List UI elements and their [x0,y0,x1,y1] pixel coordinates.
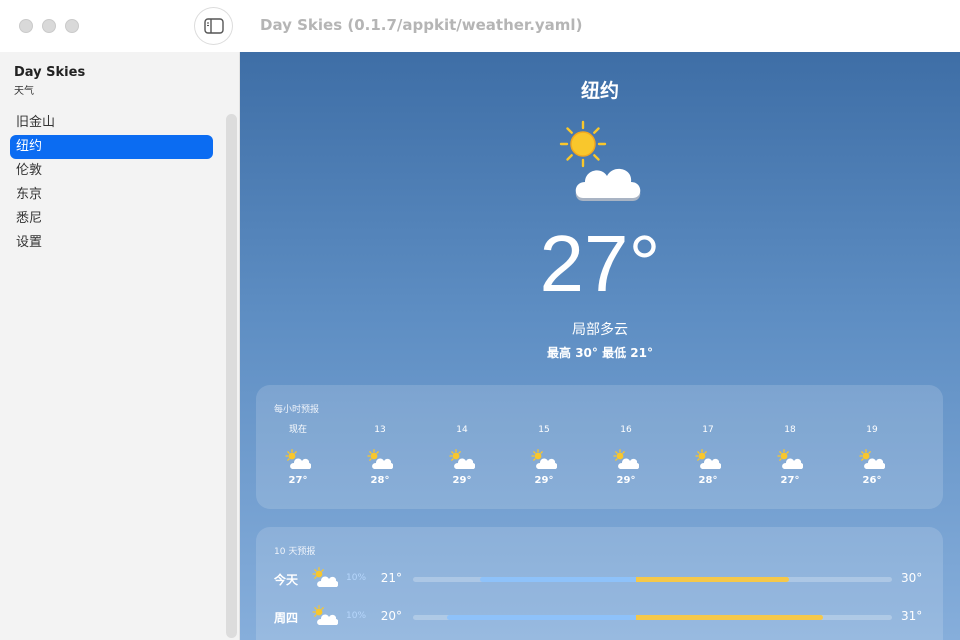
range-fill-cool [480,577,636,582]
hourly-temperature: 29° [534,475,554,486]
sidebar-item-new-york[interactable]: 纽约 [10,135,213,159]
hourly-time-label: 17 [702,425,714,435]
sidebar-nav: 旧金山 纽约 伦敦 东京 悉尼 设置 [10,111,213,255]
weather-detail: 纽约 27° 局部多云 最高 30° 最低 21° 每小时预报 现在 27° 13 2… [240,52,960,640]
range-fill-warm [635,615,823,620]
daily-low-temperature: 21° [380,571,402,585]
sidebar-item-settings[interactable]: 设置 [10,231,213,255]
ten-day-forecast-card: 10 天预报 今天 10% 21° 30° 周四 10% 20° 31° [256,527,943,640]
hourly-item: 18 27° [760,423,820,486]
partly-cloudy-icon [449,449,476,471]
hourly-item: 现在 27° [268,423,328,486]
hourly-time-label: 现在 [288,425,307,435]
partly-cloudy-icon [367,449,394,471]
partly-cloudy-icon [312,605,339,631]
city-name: 纽约 [580,80,619,102]
sidebar-item-london[interactable]: 伦敦 [10,159,213,183]
daily-forecast-row: 今天 10% 21° 30° [256,567,943,591]
current-temperature: 27° [539,219,661,308]
daily-day-label: 今天 [274,573,299,587]
high-low-temperature: 最高 30° 最低 21° [547,346,653,360]
hourly-temperature: 28° [698,475,718,486]
hourly-temperature: 29° [616,475,636,486]
hourly-time-label: 15 [538,425,550,435]
partly-cloudy-icon [859,449,886,471]
sidebar: Day Skies 天气 旧金山 纽约 伦敦 东京 悉尼 设置 [0,52,240,640]
hourly-time-label: 19 [866,425,878,435]
hourly-time-label: 16 [620,425,632,435]
app-name: Day Skies [14,65,86,80]
sidebar-toggle-icon [203,18,224,34]
partly-cloudy-icon [531,449,558,471]
daily-forecast-row: 周四 10% 20° 31° [256,605,943,629]
sidebar-item-sydney[interactable]: 悉尼 [10,207,213,231]
daily-high-temperature: 30° [901,571,923,585]
hourly-temperature: 27° [288,475,308,486]
close-window-button[interactable] [19,19,33,33]
hourly-time-label: 13 [374,425,386,435]
hourly-item: 14 29° [432,423,492,486]
hourly-item: 19 26° [842,423,902,486]
daily-high-temperature: 31° [901,609,923,623]
partly-cloudy-icon [285,449,312,471]
partly-cloudy-icon [312,567,339,593]
hourly-temperature: 28° [370,475,390,486]
hourly-item: 17 28° [678,423,738,486]
hourly-item: 15 29° [514,423,574,486]
hourly-forecast-card: 每小时预报 现在 27° 13 28° 14 29° 15 29° 16 29° 17 28° 18 27… [256,385,943,509]
range-fill-warm [635,577,789,582]
app-subtitle: 天气 [14,86,34,97]
partly-cloudy-icon [695,449,722,471]
hourly-temperature: 27° [780,475,800,486]
title-bar: Day Skies (0.1.7/appkit/weather.yaml) [0,0,960,52]
ten-day-forecast-title: 10 天预报 [274,547,316,557]
sidebar-item-tokyo[interactable]: 东京 [10,183,213,207]
hourly-time-label: 14 [456,425,468,435]
minimize-window-button[interactable] [42,19,56,33]
daily-temperature-range-bar [413,615,892,620]
daily-precip-chance: 10% [346,611,367,621]
sidebar-item-san-francisco[interactable]: 旧金山 [10,111,213,135]
hourly-forecast-title: 每小时预报 [274,405,320,415]
hourly-item: 16 29° [596,423,656,486]
partly-cloudy-icon [777,449,804,471]
zoom-window-button[interactable] [65,19,79,33]
sidebar-toggle-button[interactable] [194,7,233,45]
hourly-time-label: 18 [784,425,796,435]
hourly-item: 13 28° [350,423,410,486]
window-title: Day Skies (0.1.7/appkit/weather.yaml) [260,16,583,34]
daily-day-label: 周四 [274,611,299,625]
current-condition: 局部多云 [572,322,628,338]
hourly-temperature: 26° [862,475,882,486]
daily-temperature-range-bar [413,577,892,582]
daily-precip-chance: 10% [346,573,367,583]
range-fill-cool [446,615,636,620]
daily-low-temperature: 20° [380,609,402,623]
partly-cloudy-icon [613,449,640,471]
sidebar-scrollbar[interactable] [226,114,237,638]
hourly-temperature: 29° [452,475,472,486]
partly-cloudy-icon [559,120,641,201]
